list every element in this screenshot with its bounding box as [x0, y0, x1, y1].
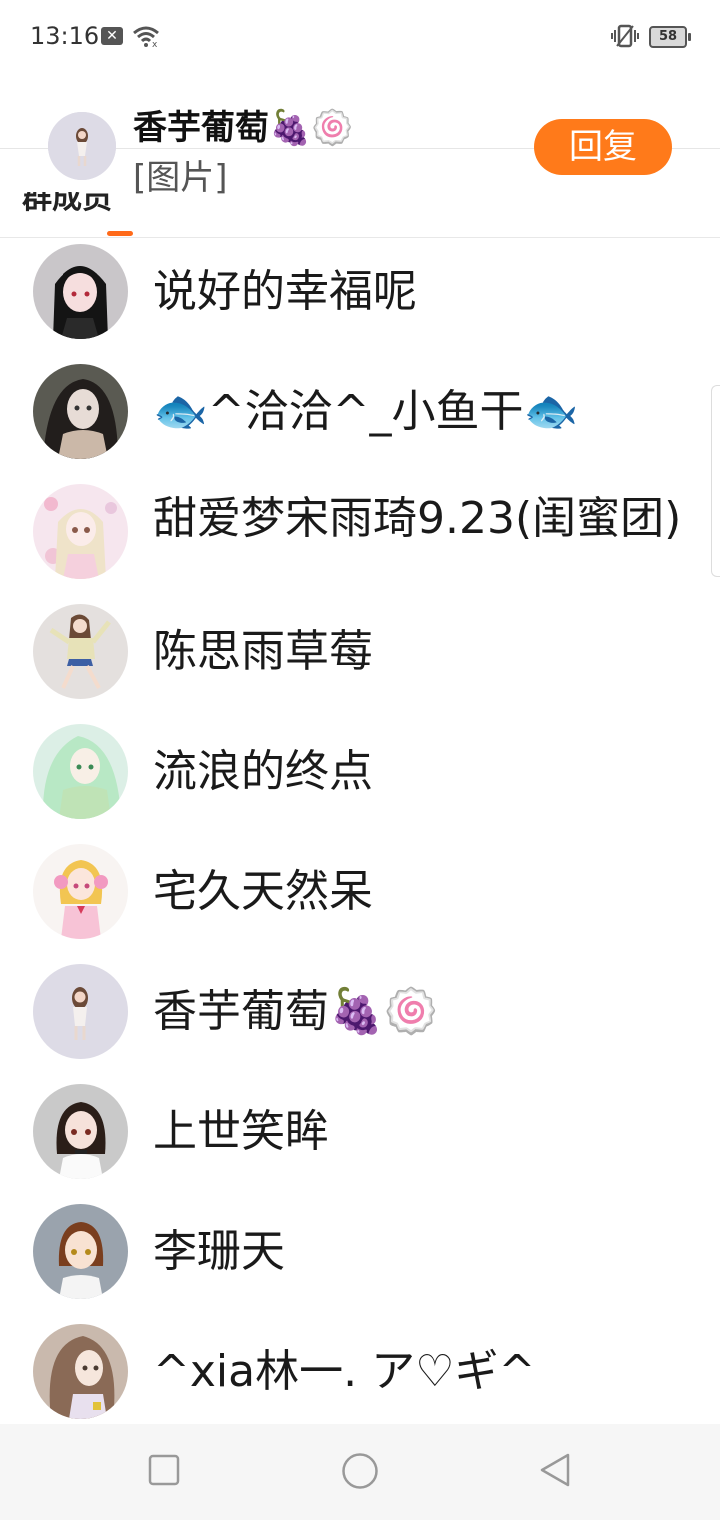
- avatar: [33, 1204, 128, 1299]
- member-name: 宅久天然呆: [153, 866, 373, 917]
- wifi-icon: x: [132, 25, 160, 51]
- recents-square-icon[interactable]: [148, 1454, 180, 1490]
- list-item[interactable]: 🐟^洽洽^_小鱼干🐟: [0, 352, 720, 472]
- list-item[interactable]: 宅久天然呆: [0, 832, 720, 952]
- vibrate-icon: [610, 24, 640, 52]
- avatar: [48, 112, 116, 180]
- message-notification[interactable]: 香芋葡萄🍇🍥 [图片] 回复: [0, 90, 720, 202]
- avatar: [33, 364, 128, 459]
- home-circle-icon[interactable]: [341, 1452, 379, 1494]
- list-item[interactable]: 说好的幸福呢: [0, 232, 720, 352]
- member-name: 🐟^洽洽^_小鱼干🐟: [153, 386, 579, 437]
- list-item[interactable]: 李珊天: [0, 1192, 720, 1312]
- back-triangle-icon[interactable]: [538, 1452, 572, 1492]
- list-item[interactable]: 上世笑眸: [0, 1072, 720, 1192]
- battery-icon: 58: [649, 26, 691, 48]
- navigation-bar: [0, 1424, 720, 1520]
- status-time: 13:16: [30, 22, 100, 50]
- notification-message: [图片]: [133, 158, 228, 198]
- avatar: [33, 244, 128, 339]
- member-name: 说好的幸福呢: [153, 266, 417, 317]
- notification-sender-name: 香芋葡萄🍇🍥: [133, 108, 354, 148]
- list-item[interactable]: 流浪的终点: [0, 712, 720, 832]
- list-item[interactable]: ^xia林一. ア♡ギ^: [0, 1312, 720, 1432]
- status-bar: 13:16 ✕ x 58: [0, 0, 720, 76]
- list-item[interactable]: 香芋葡萄🍇🍥: [0, 952, 720, 1072]
- avatar: [33, 724, 128, 819]
- member-name: ^xia林一. ア♡ギ^: [153, 1346, 536, 1397]
- reply-button[interactable]: 回复: [534, 119, 672, 175]
- notification-x-icon: ✕: [101, 27, 123, 45]
- member-name: 流浪的终点: [153, 746, 373, 797]
- avatar: [33, 1084, 128, 1179]
- member-name: 陈思雨草莓: [153, 626, 373, 677]
- member-name: 甜爱梦宋雨琦9.23(闺蜜团): [153, 493, 682, 544]
- member-name: 李珊天: [153, 1226, 285, 1277]
- avatar: [33, 604, 128, 699]
- svg-text:x: x: [152, 40, 158, 47]
- list-item[interactable]: 陈思雨草莓: [0, 592, 720, 712]
- member-name: 上世笑眸: [153, 1106, 329, 1157]
- avatar: [33, 964, 128, 1059]
- avatar: [33, 1324, 128, 1419]
- member-name: 香芋葡萄🍇🍥: [153, 986, 439, 1037]
- avatar: [33, 484, 128, 579]
- avatar: [33, 844, 128, 939]
- list-item[interactable]: 甜爱梦宋雨琦9.23(闺蜜团): [0, 472, 720, 592]
